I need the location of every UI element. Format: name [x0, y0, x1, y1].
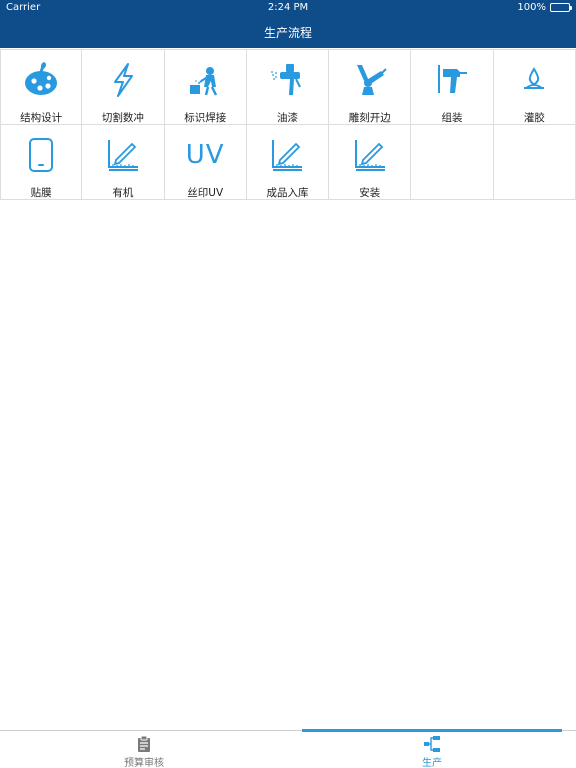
grid-item-potting[interactable]: 灌胶	[493, 50, 576, 125]
tablet-icon	[21, 135, 61, 175]
grid-item-silkscreen-uv[interactable]: UV 丝印UV	[164, 125, 247, 200]
grid-item-assembly[interactable]: 组装	[411, 50, 494, 125]
clipboard-icon	[135, 735, 153, 753]
tab-production[interactable]: 生产	[288, 729, 576, 768]
grid-item-engraving[interactable]: 雕刻开边	[329, 50, 412, 125]
battery-icon	[550, 3, 572, 12]
welder-icon	[185, 60, 225, 100]
grid-item-label: 贴膜	[30, 187, 52, 199]
tab-budget-review[interactable]: 预算审核	[0, 731, 288, 768]
grid-item-label: 油漆	[276, 112, 298, 124]
robot-arm-icon	[350, 60, 390, 100]
ruler-pencil-icon	[267, 135, 307, 175]
process-grid: 结构设计 切割数冲 标识焊接 油漆 雕刻开边 组装 灌胶 贴膜 有机 UV 丝印…	[0, 49, 576, 200]
grid-item-label: 灌胶	[523, 112, 545, 124]
spray-gun-icon	[267, 60, 307, 100]
grid-item-paint[interactable]: 油漆	[246, 50, 330, 125]
status-bar: Carrier 2:24 PM 100%	[0, 0, 576, 16]
grid-item-cutting[interactable]: 切割数冲	[82, 50, 165, 125]
grid-item-label: 成品入库	[266, 187, 309, 199]
grid-item-label: 丝印UV	[187, 187, 224, 199]
navigation-bar: 生产流程	[0, 16, 576, 48]
grid-item-label: 雕刻开边	[348, 112, 391, 124]
page-title: 生产流程	[263, 25, 312, 40]
grid-item-installation[interactable]: 安装	[329, 125, 412, 200]
tab-label: 生产	[422, 758, 442, 768]
grid-item-organic[interactable]: 有机	[82, 125, 165, 200]
grid-item-label: 有机	[112, 187, 134, 199]
active-tab-indicator	[302, 729, 562, 732]
grid-item-label: 结构设计	[20, 112, 63, 124]
drop-icon	[514, 60, 554, 100]
uv-icon-text: UV	[185, 140, 225, 170]
status-time: 2:24 PM	[267, 2, 309, 13]
grid-item-label: 组装	[441, 112, 463, 124]
ruler-pencil-icon	[350, 135, 390, 175]
palette-icon	[21, 60, 61, 100]
tab-bar: 预算审核 生产	[0, 729, 576, 768]
flow-icon	[422, 735, 442, 753]
battery-percent: 100%	[517, 2, 546, 13]
uv-text-icon: UV	[185, 135, 225, 175]
lightning-icon	[103, 60, 143, 100]
grid-item-label: 标识焊接	[184, 112, 227, 124]
grid-empty-cell	[411, 125, 494, 200]
grid-item-film[interactable]: 贴膜	[0, 125, 83, 200]
grid-item-label: 安装	[359, 187, 381, 199]
tab-label: 预算审核	[124, 758, 164, 768]
grid-empty-cell	[493, 125, 576, 200]
grid-item-welding[interactable]: 标识焊接	[164, 50, 247, 125]
grid-item-label: 切割数冲	[101, 112, 144, 124]
grid-item-warehousing[interactable]: 成品入库	[246, 125, 330, 200]
grid-item-structure-design[interactable]: 结构设计	[0, 50, 83, 125]
drill-icon	[432, 60, 472, 100]
ruler-pencil-icon	[103, 135, 143, 175]
battery-indicator: 100%	[517, 2, 572, 13]
